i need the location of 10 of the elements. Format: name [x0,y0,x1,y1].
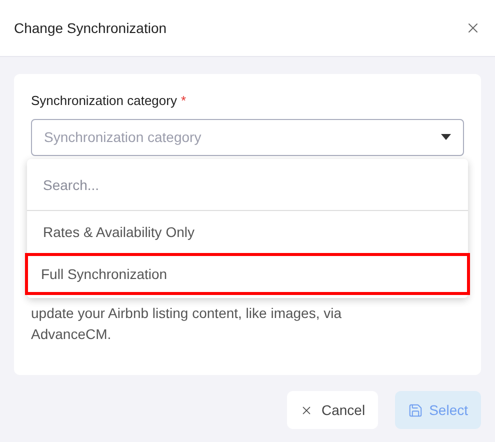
dropdown-option[interactable]: Rates & Availability Only [27,211,468,253]
required-mark: * [180,92,186,110]
description-text: update your Airbnb listing content, like images, via [31,304,343,323]
cancel-button[interactable]: Cancel [287,391,378,429]
search-field[interactable]: Search... [30,164,465,204]
field-label: Synchronization category [31,92,177,110]
dropdown-option[interactable]: Full Synchronization [25,253,470,295]
dialog-title: Change Synchronization [14,18,167,38]
description-text: AdvanceCM. [31,324,112,344]
save-icon [408,402,424,418]
